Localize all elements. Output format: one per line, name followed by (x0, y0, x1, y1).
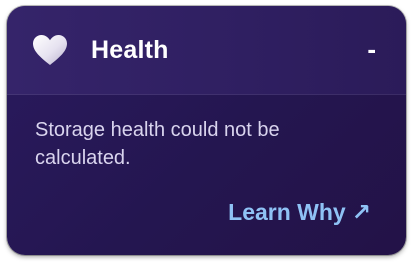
external-arrow-icon: ↗ (351, 199, 371, 225)
health-status-value: - (367, 34, 376, 64)
heart-icon (32, 34, 68, 66)
learn-why-link[interactable]: Learn Why ↗ (228, 199, 371, 226)
widget-header: Health - (7, 6, 406, 95)
health-widget: Health - Storage health could not be cal… (7, 6, 406, 255)
learn-why-label: Learn Why (228, 199, 346, 225)
widget-title: Health (91, 36, 169, 64)
health-message: Storage health could not be calculated. (35, 119, 280, 169)
